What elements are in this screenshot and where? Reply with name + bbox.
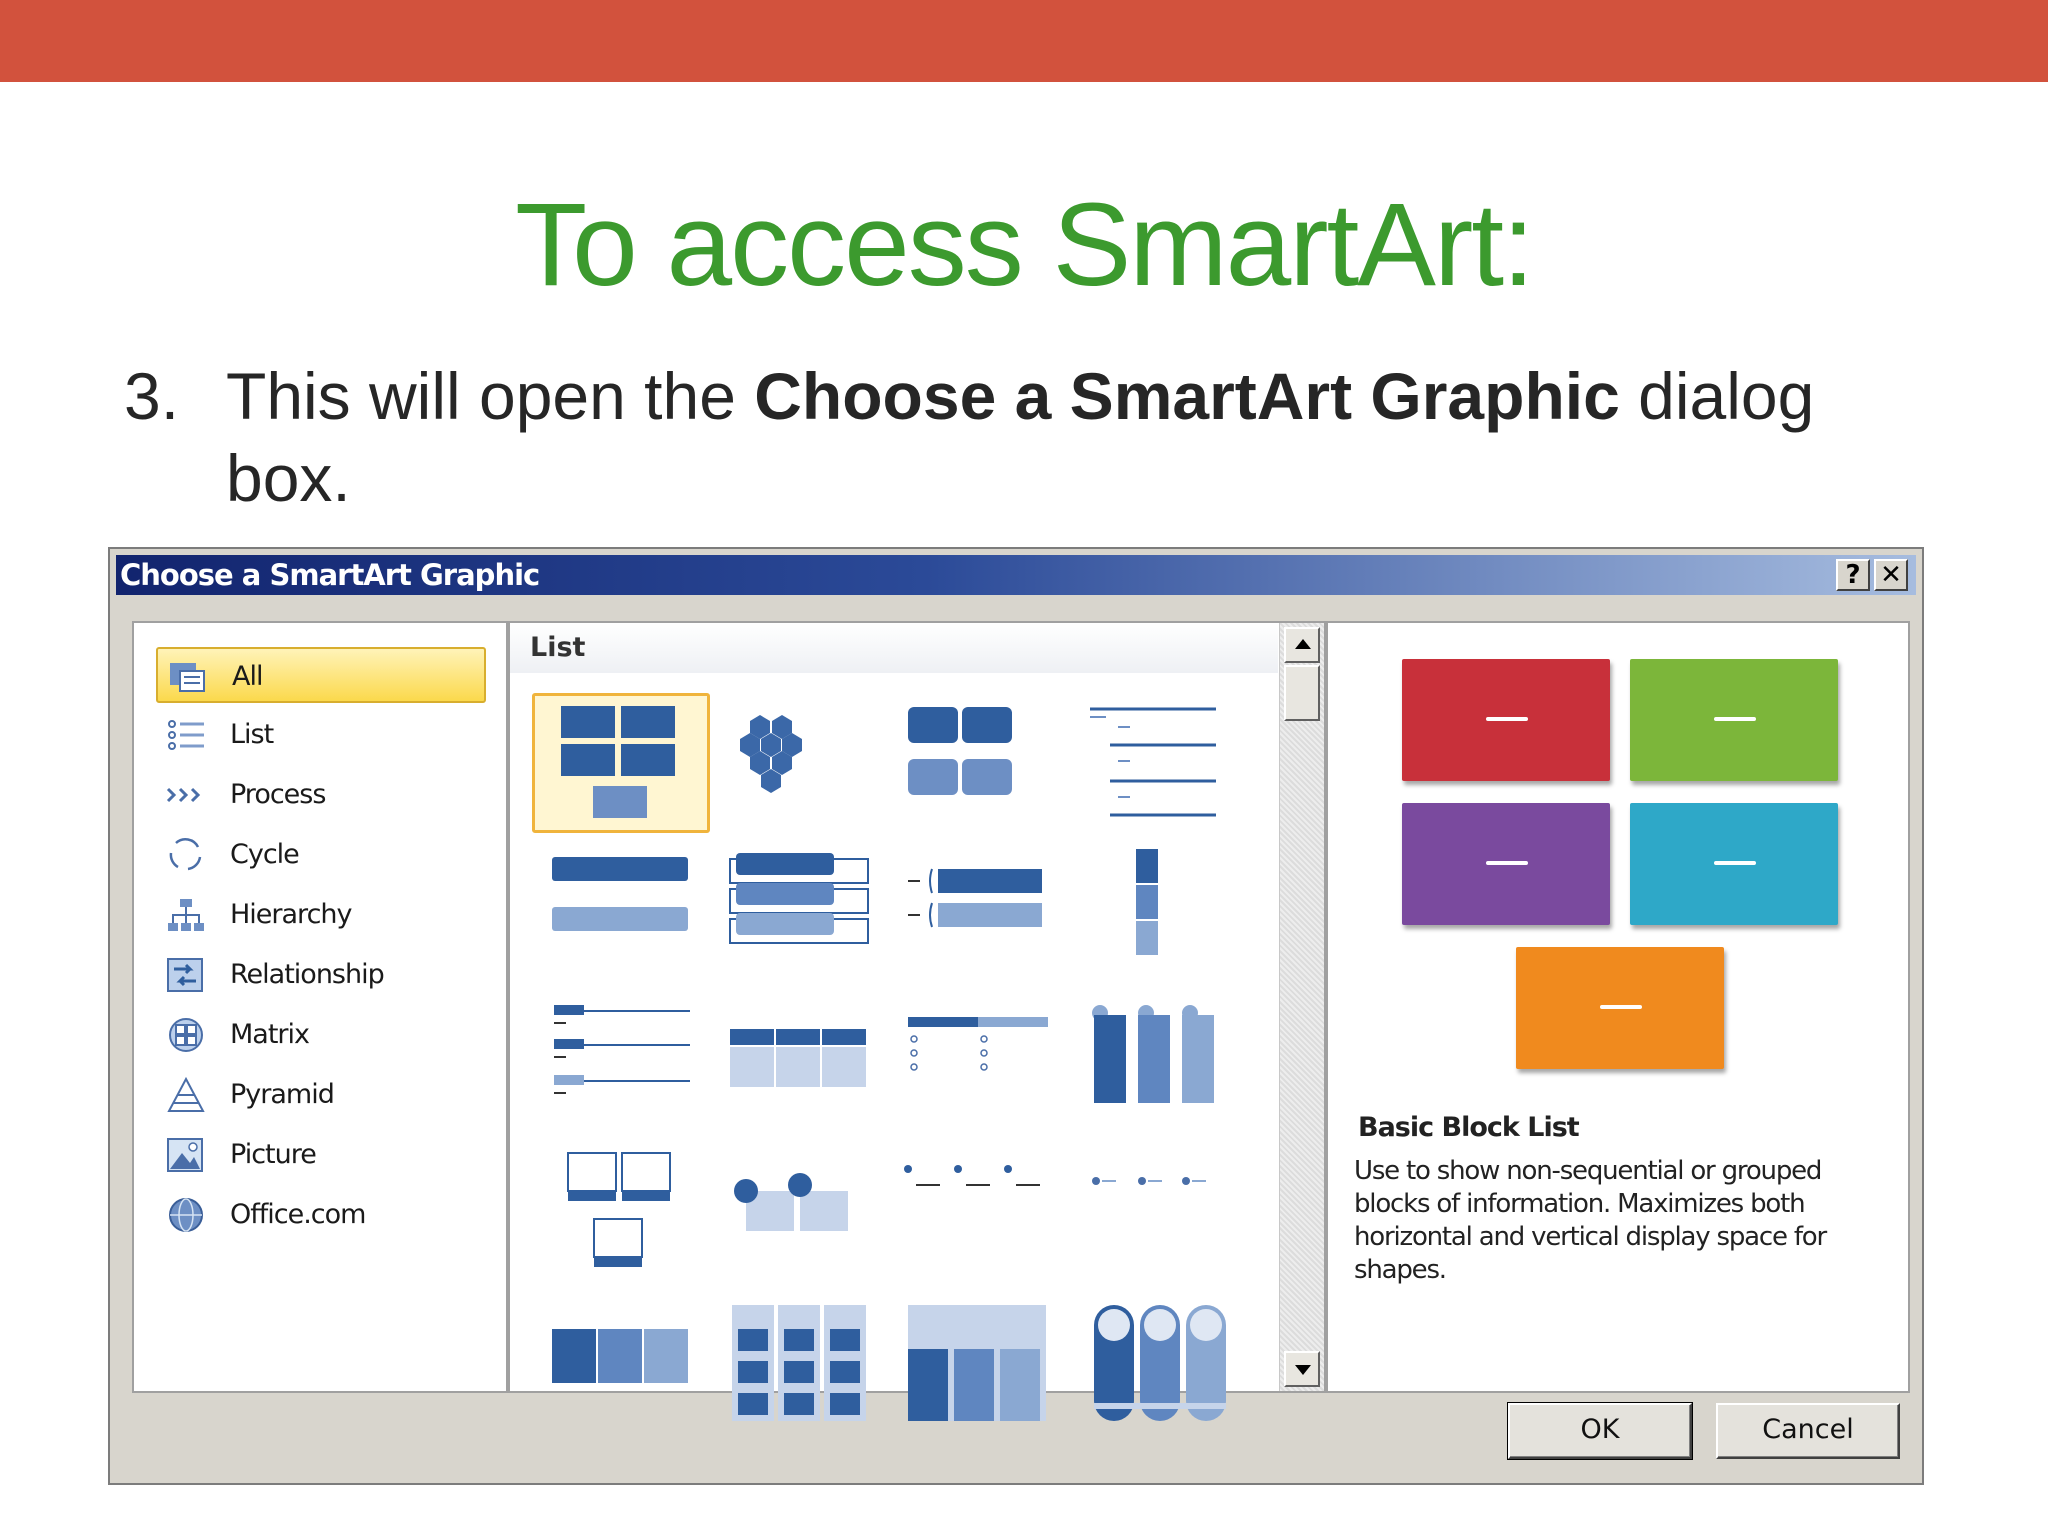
step-number: 3. — [124, 359, 180, 433]
category-label: All — [232, 661, 264, 692]
preview-text-placeholder — [1714, 861, 1756, 865]
category-cycle[interactable]: Cycle — [156, 827, 486, 883]
layout-details: Basic Block List Use to show non-sequent… — [1326, 621, 1910, 1393]
category-label: Cycle — [230, 839, 300, 870]
layout-table-list[interactable] — [710, 995, 888, 1135]
layout-target-list[interactable] — [532, 995, 710, 1135]
category-label: Office.com — [230, 1199, 366, 1230]
category-label: Relationship — [230, 959, 385, 990]
layout-circle-picture-list[interactable] — [1066, 1295, 1244, 1435]
ok-button[interactable]: OK — [1507, 1402, 1693, 1460]
scroll-up-button[interactable] — [1284, 627, 1320, 663]
preview-block-purple — [1402, 803, 1610, 925]
category-picture[interactable]: Picture — [156, 1127, 486, 1183]
layout-basic-block-list[interactable] — [532, 693, 710, 833]
layout-trapezoid-list[interactable] — [888, 995, 1066, 1135]
gallery-header-label: List — [530, 632, 586, 663]
layout-preview — [1328, 623, 1912, 1103]
layout-hexagon-cluster[interactable] — [710, 693, 888, 833]
preview-text-placeholder — [1714, 717, 1756, 721]
category-label: Pyramid — [230, 1079, 335, 1110]
globe-icon — [169, 1198, 203, 1232]
process-icon — [166, 787, 201, 803]
category-list-item[interactable]: List — [156, 707, 486, 763]
step-text: This will open the Choose a SmartArt Gra… — [226, 355, 1826, 519]
category-list: All List Process Cycle Hierarchy Relatio… — [132, 621, 508, 1393]
arrow-up-icon — [1295, 639, 1311, 649]
layout-circle-accent-list[interactable] — [710, 1145, 888, 1285]
layout-description: Use to show non-sequential or grouped bl… — [1354, 1156, 1827, 1285]
category-hierarchy[interactable]: Hierarchy — [156, 887, 486, 943]
pyramid-icon — [167, 1077, 205, 1112]
category-label: Process — [230, 779, 326, 810]
layout-horizontal-block-list[interactable] — [532, 1295, 710, 1435]
slide-title: To access SmartArt: — [515, 179, 1535, 311]
gallery-scrollbar[interactable] — [1279, 623, 1324, 1391]
dialog-title: Choose a SmartArt Graphic — [120, 558, 540, 592]
gallery-header: List — [510, 623, 1278, 673]
category-label: Hierarchy — [230, 899, 353, 930]
scroll-down-button[interactable] — [1284, 1351, 1320, 1387]
scroll-thumb[interactable] — [1284, 665, 1320, 721]
matrix-icon — [169, 1018, 203, 1052]
arrow-down-icon — [1295, 1365, 1311, 1375]
layout-vertical-bullet-list[interactable] — [532, 845, 710, 985]
category-label: List — [230, 719, 274, 750]
close-button[interactable]: ✕ — [1874, 559, 1908, 591]
step-text-before: This will open the — [226, 359, 755, 433]
layout-gallery: List — [508, 621, 1326, 1421]
relationship-icon — [167, 958, 203, 992]
slide-top-bar — [0, 0, 2048, 82]
list-icon — [168, 720, 204, 750]
category-process[interactable]: Process — [156, 767, 486, 823]
layout-dot-list[interactable] — [1066, 1145, 1244, 1285]
layout-vertical-box-list[interactable] — [710, 845, 888, 985]
category-label: Picture — [230, 1139, 317, 1170]
layout-lined-dot-list[interactable] — [888, 1145, 1066, 1285]
smartart-dialog: Choose a SmartArt Graphic ? ✕ All List P… — [108, 547, 1924, 1485]
category-office-com[interactable]: Office.com — [156, 1187, 486, 1243]
preview-block-green — [1630, 659, 1838, 781]
layout-vertical-chevron-list[interactable] — [1066, 995, 1244, 1135]
close-icon: ✕ — [1880, 560, 1902, 590]
category-matrix[interactable]: Matrix — [156, 1007, 486, 1063]
category-relationship[interactable]: Relationship — [156, 947, 486, 1003]
layout-stacked-block-list[interactable] — [888, 1295, 1066, 1435]
cycle-icon — [169, 838, 202, 871]
layout-horizontal-bullet-list[interactable] — [888, 845, 1066, 985]
category-label: Matrix — [230, 1019, 310, 1050]
preview-block-red — [1402, 659, 1610, 781]
layout-lined-list[interactable] — [1066, 693, 1244, 833]
preview-text-placeholder — [1600, 1005, 1642, 1009]
layout-name: Basic Block List — [1358, 1112, 1580, 1143]
help-button[interactable]: ? — [1836, 559, 1870, 591]
category-pyramid[interactable]: Pyramid — [156, 1067, 486, 1123]
category-all[interactable]: All — [156, 647, 486, 703]
dialog-title-bar: Choose a SmartArt Graphic ? ✕ — [116, 555, 1916, 595]
layout-rounded-block-list[interactable] — [888, 693, 1066, 833]
layout-grouped-block-list[interactable] — [710, 1295, 888, 1435]
step-text-bold: Choose a SmartArt Graphic — [754, 359, 1620, 433]
picture-icon — [167, 1138, 203, 1172]
preview-text-placeholder — [1486, 861, 1528, 865]
preview-text-placeholder — [1486, 717, 1528, 721]
cancel-button[interactable]: Cancel — [1716, 1403, 1900, 1459]
preview-block-orange — [1516, 947, 1724, 1069]
hierarchy-icon — [168, 899, 204, 931]
layout-stacked-list[interactable] — [1066, 845, 1244, 985]
all-icon — [170, 663, 205, 692]
preview-block-blue — [1630, 803, 1838, 925]
layout-picture-caption-list[interactable] — [532, 1145, 710, 1285]
